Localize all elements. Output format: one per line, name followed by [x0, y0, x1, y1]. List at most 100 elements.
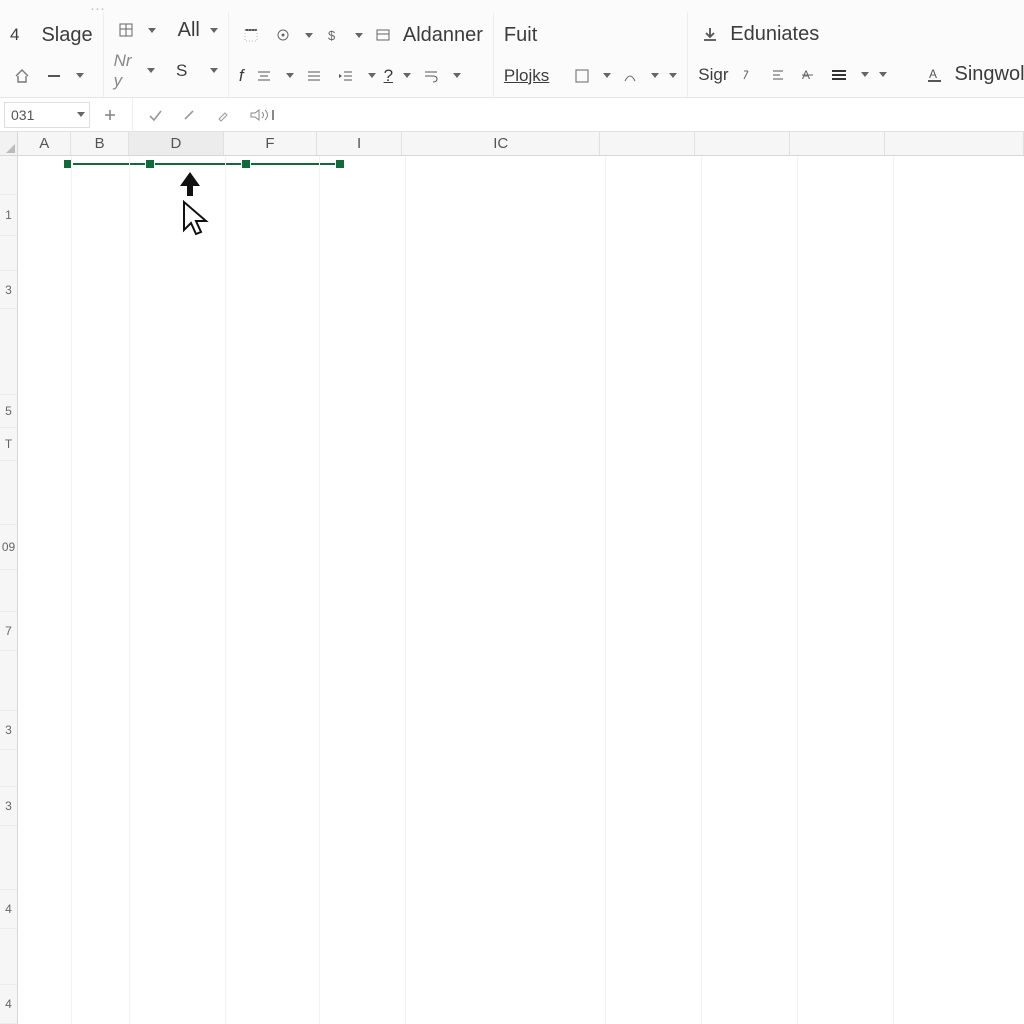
menu-item[interactable]: ··· — [90, 0, 105, 17]
row-header[interactable]: 5 — [0, 395, 17, 428]
selected-line-shape[interactable] — [68, 163, 343, 165]
column-header[interactable]: B — [71, 132, 128, 155]
column-header[interactable]: D — [129, 132, 224, 155]
download-icon[interactable] — [698, 24, 722, 44]
select-all-triangle[interactable] — [0, 132, 18, 156]
row-header[interactable]: 4 — [0, 890, 17, 929]
sigr-label[interactable]: Sigr — [698, 65, 728, 85]
dropdown-icon[interactable] — [603, 73, 611, 78]
row-header[interactable]: 7 — [0, 612, 17, 651]
brush-icon[interactable] — [209, 102, 237, 128]
slage-label[interactable]: Slage — [41, 24, 92, 47]
column-headers: ABDFIIC — [18, 132, 1024, 156]
row-header[interactable]: T — [0, 428, 17, 461]
singwolte-label[interactable]: Singwolte — [955, 63, 1024, 86]
all-label[interactable]: All — [178, 19, 200, 42]
speaker-icon[interactable] — [243, 102, 283, 128]
align-justify-icon[interactable] — [302, 66, 326, 86]
dropdown-icon[interactable] — [286, 73, 294, 78]
resize-handle[interactable] — [335, 159, 345, 169]
dropdown-icon[interactable] — [305, 33, 313, 38]
dropdown-icon[interactable] — [210, 28, 218, 33]
row-header[interactable] — [0, 309, 17, 394]
wrap-text-icon[interactable] — [419, 66, 443, 86]
dropdown-icon[interactable] — [76, 73, 84, 78]
svg-text:A: A — [929, 67, 937, 81]
column-header[interactable] — [885, 132, 1024, 155]
align-center-icon[interactable] — [252, 66, 276, 86]
row-header[interactable] — [0, 651, 17, 711]
dropdown-icon[interactable] — [651, 73, 659, 78]
row-header[interactable]: 09 — [0, 525, 17, 570]
row-header[interactable]: 3 — [0, 711, 17, 750]
column-header[interactable]: F — [224, 132, 317, 155]
column-header[interactable]: I — [317, 132, 402, 155]
dropdown-icon[interactable] — [669, 73, 677, 78]
row-header[interactable] — [0, 156, 17, 195]
table-icon[interactable] — [114, 20, 138, 40]
resize-handle[interactable] — [145, 159, 155, 169]
plus-icon[interactable] — [96, 102, 124, 128]
row-header[interactable] — [0, 570, 17, 613]
dropdown-icon[interactable] — [355, 33, 363, 38]
settings-gear-icon[interactable] — [271, 25, 295, 45]
minus-icon[interactable] — [42, 66, 66, 86]
path-icon[interactable] — [619, 67, 641, 85]
dropdown-icon[interactable] — [368, 73, 376, 78]
dropdown-icon[interactable] — [453, 73, 461, 78]
edit-pencil-icon[interactable] — [175, 102, 203, 128]
name-box-value: 031 — [11, 107, 34, 123]
app-menu-row: ··· — [0, 0, 1024, 12]
strikethrough-label[interactable]: S — [176, 61, 187, 81]
eduniates-label[interactable]: Eduniates — [730, 23, 819, 46]
resize-handle[interactable] — [241, 159, 251, 169]
accept-check-icon[interactable] — [141, 102, 169, 128]
ribbon-group-5: Eduniates Sigr A A Singwolte — [688, 12, 1024, 97]
fuit-label[interactable]: Fuit — [504, 24, 537, 47]
aldanner-label[interactable]: Aldanner — [403, 24, 483, 47]
dropdown-icon[interactable] — [147, 68, 155, 73]
align-left-icon[interactable] — [767, 66, 789, 84]
row-header[interactable]: 3 — [0, 271, 17, 310]
layout-icon[interactable] — [371, 25, 395, 45]
chevron-down-icon[interactable] — [77, 112, 85, 117]
strike-icon[interactable]: A — [797, 66, 819, 84]
row-header[interactable] — [0, 461, 17, 525]
row-header[interactable] — [0, 236, 17, 271]
sort-asc-icon[interactable] — [737, 66, 759, 84]
help-button[interactable]: ? — [384, 66, 393, 86]
cells-area[interactable] — [18, 156, 1024, 1024]
name-box[interactable]: 031 — [4, 102, 90, 128]
ribbon-group-1: 4 Slage — [0, 12, 104, 97]
row-header[interactable]: 1 — [0, 195, 17, 236]
dropdown-icon[interactable] — [148, 28, 156, 33]
formula-bar: 031 — [0, 98, 1024, 132]
dropdown-icon[interactable] — [861, 72, 869, 77]
ploiks-label[interactable]: Plojks — [504, 66, 549, 86]
font-name[interactable]: Nr y — [114, 51, 138, 91]
column-header[interactable]: A — [18, 132, 71, 155]
dropdown-icon[interactable] — [210, 68, 218, 73]
dropdown-icon[interactable] — [403, 73, 411, 78]
row-headers: 1 3 5T 09 7 3 3 4 4 — [0, 156, 18, 1024]
row-header[interactable]: 4 — [0, 985, 17, 1024]
row-header[interactable]: 3 — [0, 787, 17, 826]
italic-button[interactable]: f — [239, 66, 244, 86]
column-header[interactable] — [600, 132, 695, 155]
row-header[interactable] — [0, 750, 17, 787]
row-header[interactable] — [0, 826, 17, 890]
dropdown-icon[interactable] — [879, 72, 887, 77]
column-header[interactable] — [695, 132, 790, 155]
box-icon[interactable] — [571, 67, 593, 85]
currency-icon[interactable]: $ — [321, 25, 345, 45]
column-header[interactable] — [790, 132, 885, 155]
border-top-icon[interactable] — [239, 25, 263, 45]
column-header[interactable]: IC — [402, 132, 600, 155]
menu-lines-icon[interactable] — [827, 66, 851, 84]
home-icon[interactable] — [10, 66, 34, 86]
indent-icon[interactable] — [334, 66, 358, 86]
ribbon-group-4: Fuit Plojks — [494, 12, 688, 97]
underline-a-icon[interactable]: A — [923, 65, 947, 85]
formula-input[interactable] — [289, 102, 1020, 128]
row-header[interactable] — [0, 929, 17, 985]
